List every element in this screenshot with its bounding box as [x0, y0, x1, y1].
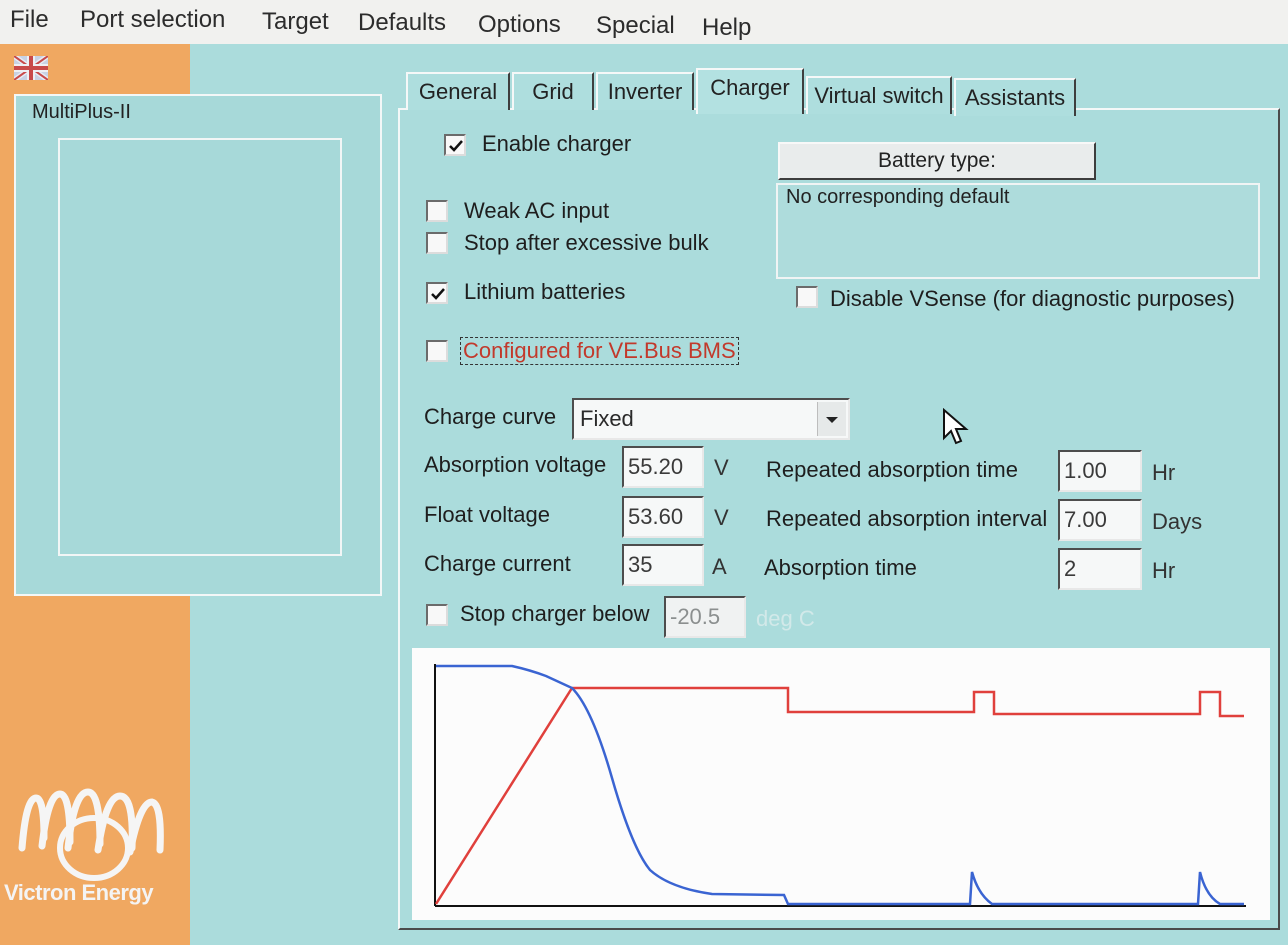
stop-charger-below-unit: deg C	[756, 606, 815, 631]
menu-port-selection[interactable]: Port selection	[80, 6, 225, 34]
voltage-curve	[434, 686, 1244, 905]
battery-type-button[interactable]: Battery type:	[778, 142, 1096, 180]
float-voltage-input[interactable]: 53.60	[622, 496, 704, 538]
vebus-bms-label: Configured for VE.Bus BMS	[460, 337, 739, 365]
tab-virtual-switch[interactable]: Virtual switch	[806, 76, 952, 114]
absorption-voltage-input[interactable]: 55.20	[622, 446, 704, 488]
tab-general[interactable]: General	[406, 72, 510, 110]
charge-curve-graph	[412, 648, 1270, 920]
disable-vsense-label: Disable VSense (for diagnostic purposes)	[830, 286, 1235, 311]
enable-charger-label: Enable charger	[482, 131, 632, 156]
tab-assistants[interactable]: Assistants	[954, 78, 1076, 116]
lithium-batteries-label: Lithium batteries	[464, 279, 626, 304]
device-name: MultiPlus-II	[32, 101, 131, 123]
charge-current-input[interactable]: 35	[622, 544, 704, 586]
repeated-absorption-time-input[interactable]: 1.00	[1058, 450, 1142, 492]
checkmark-icon	[431, 288, 445, 300]
weak-ac-input-checkbox[interactable]	[426, 200, 448, 222]
battery-type-text: No corresponding default	[786, 186, 1010, 208]
menu-help[interactable]: Help	[702, 14, 751, 42]
charge-curve-select[interactable]: Fixed	[572, 398, 850, 440]
menu-special[interactable]: Special	[596, 12, 675, 40]
menu-defaults[interactable]: Defaults	[358, 9, 446, 37]
stop-excessive-bulk-label: Stop after excessive bulk	[464, 230, 709, 255]
repeated-absorption-time-unit: Hr	[1152, 460, 1176, 485]
dropdown-arrow-icon[interactable]	[817, 402, 846, 436]
absorption-time-unit: Hr	[1152, 558, 1176, 583]
mouse-pointer-icon	[943, 408, 969, 445]
current-curve	[436, 664, 1244, 906]
float-voltage-unit: V	[714, 505, 729, 530]
charge-current-label: Charge current	[424, 551, 571, 576]
tab-charger[interactable]: Charger	[696, 68, 804, 114]
repeated-absorption-interval-input[interactable]: 7.00	[1058, 499, 1142, 541]
absorption-voltage-label: Absorption voltage	[424, 452, 607, 477]
weak-ac-input-label: Weak AC input	[464, 198, 610, 223]
menu-options[interactable]: Options	[478, 11, 561, 39]
menu-file[interactable]: File	[10, 6, 49, 34]
absorption-voltage-unit: V	[714, 455, 729, 480]
lithium-batteries-checkbox[interactable]	[426, 282, 448, 304]
checkmark-icon	[449, 140, 463, 152]
enable-charger-checkbox[interactable]	[444, 134, 466, 156]
stop-charger-below-label: Stop charger below	[460, 601, 650, 626]
repeated-absorption-interval-label: Repeated absorption interval	[766, 506, 1048, 531]
device-image-area	[58, 138, 342, 556]
menu-target[interactable]: Target	[262, 8, 329, 36]
tab-grid[interactable]: Grid	[512, 72, 594, 110]
charge-curve-label: Charge curve	[424, 404, 557, 429]
charge-curve-value: Fixed	[580, 406, 634, 431]
float-voltage-label: Float voltage	[424, 502, 550, 527]
stop-excessive-bulk-checkbox[interactable]	[426, 232, 448, 254]
charge-current-unit: A	[712, 554, 727, 579]
menu-bar: File Port selection Target Defaults Opti…	[0, 0, 1288, 44]
uk-flag-icon[interactable]	[14, 56, 48, 80]
repeated-absorption-time-label: Repeated absorption time	[766, 457, 1018, 482]
tab-inverter[interactable]: Inverter	[596, 72, 694, 110]
absorption-time-label: Absorption time	[764, 555, 917, 580]
vebus-bms-checkbox[interactable]	[426, 340, 448, 362]
victron-logo-icon	[18, 788, 164, 881]
repeated-absorption-interval-unit: Days	[1152, 509, 1203, 534]
stop-charger-below-input[interactable]: -20.5	[664, 596, 746, 638]
absorption-time-input[interactable]: 2	[1058, 548, 1142, 590]
brand-name: Victron Energy	[4, 880, 154, 905]
stop-charger-below-checkbox[interactable]	[426, 604, 448, 626]
disable-vsense-checkbox[interactable]	[796, 286, 818, 308]
